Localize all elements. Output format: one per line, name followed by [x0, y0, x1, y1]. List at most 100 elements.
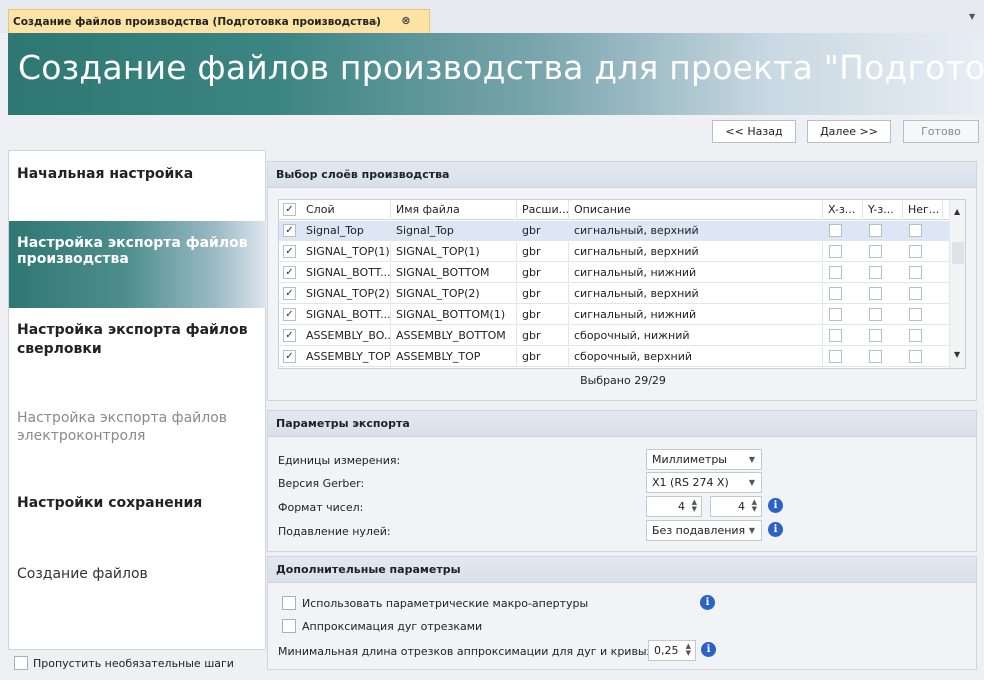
- col-y-mirror[interactable]: Y-з...: [863, 200, 903, 220]
- close-icon[interactable]: ⊗: [399, 13, 413, 27]
- done-button[interactable]: Готово: [903, 120, 979, 143]
- row-checkbox[interactable]: ✓: [283, 287, 296, 300]
- y-mirror-checkbox[interactable]: [869, 308, 882, 321]
- document-tab[interactable]: Создание файлов производства (Подготовка…: [8, 9, 430, 33]
- units-value: Миллиметры: [652, 453, 727, 466]
- format-dec-spinner[interactable]: 4 ▲ ▼: [710, 496, 762, 517]
- skip-checkbox[interactable]: [14, 656, 28, 670]
- cell-desc: сигнальный, верхний: [569, 242, 823, 262]
- negative-checkbox[interactable]: [909, 308, 922, 321]
- arc-approx-checkbox[interactable]: [282, 619, 296, 633]
- table-row[interactable]: ✓ SIGNAL_TOP(1) SIGNAL_TOP(1) gbr сигнальный…: [279, 242, 949, 262]
- units-select[interactable]: Миллиметры ▼: [646, 449, 762, 470]
- y-mirror-checkbox[interactable]: [869, 329, 882, 342]
- cell-layer: SIGNAL_TOP(1): [301, 242, 391, 262]
- macro-apertures-checkbox[interactable]: [282, 596, 296, 610]
- negative-checkbox[interactable]: [909, 287, 922, 300]
- cell-desc: сборочный, верхний: [569, 347, 823, 367]
- x-mirror-checkbox[interactable]: [829, 266, 842, 279]
- skip-optional-steps[interactable]: Пропустить необязательные шаги: [14, 656, 234, 670]
- grid-scrollbar[interactable]: ▲ ▼: [949, 200, 965, 368]
- row-checkbox[interactable]: ✓: [283, 350, 296, 363]
- negative-checkbox[interactable]: [909, 245, 922, 258]
- x-mirror-checkbox[interactable]: [829, 350, 842, 363]
- col-x-mirror[interactable]: X-з...: [823, 200, 863, 220]
- zeros-label: Подавление нулей:: [278, 525, 391, 538]
- y-mirror-checkbox[interactable]: [869, 266, 882, 279]
- negative-checkbox[interactable]: [909, 224, 922, 237]
- cell-ext: gbr: [517, 263, 569, 283]
- cell-desc: сигнальный, нижний: [569, 305, 823, 325]
- tab-strip: Создание файлов производства (Подготовка…: [0, 0, 984, 33]
- table-row[interactable]: ✓ SIGNAL_BOTT... SIGNAL_BOTTOM(1) gbr сигнал…: [279, 305, 949, 325]
- info-icon[interactable]: i: [701, 642, 716, 657]
- col-desc[interactable]: Описание: [569, 200, 823, 220]
- next-button[interactable]: Далее >>: [807, 120, 891, 143]
- info-icon[interactable]: i: [768, 498, 783, 513]
- info-icon[interactable]: i: [768, 522, 783, 537]
- chevron-down-icon[interactable]: ▼: [969, 12, 975, 21]
- back-button[interactable]: << Назад: [712, 120, 796, 143]
- scroll-thumb[interactable]: [952, 242, 964, 264]
- format-dec-value: 4: [738, 500, 745, 513]
- col-negative[interactable]: Нег...: [903, 200, 943, 220]
- y-mirror-checkbox[interactable]: [869, 287, 882, 300]
- pin-icon[interactable]: ⫨: [371, 14, 377, 28]
- additional-params-panel: Дополнительные параметры Использовать па…: [267, 556, 977, 670]
- min-length-spinner[interactable]: 0,25 ▲ ▼: [648, 640, 696, 661]
- x-mirror-checkbox[interactable]: [829, 287, 842, 300]
- spinner-arrows-icon[interactable]: ▲ ▼: [692, 499, 697, 513]
- col-ext[interactable]: Расши...: [517, 200, 569, 220]
- col-layer[interactable]: Слой: [301, 200, 391, 220]
- format-label: Формат чисел:: [278, 501, 364, 514]
- format-int-value: 4: [678, 500, 685, 513]
- row-checkbox[interactable]: ✓: [283, 329, 296, 342]
- zeros-select[interactable]: Без подавления ▼: [646, 520, 762, 541]
- y-mirror-checkbox[interactable]: [869, 224, 882, 237]
- cell-file: SIGNAL_BOTTOM(1): [391, 305, 517, 325]
- selected-count: Выбрано 29/29: [580, 374, 666, 387]
- cell-layer: ASSEMBLY_TOP: [301, 347, 391, 367]
- scroll-up-icon[interactable]: ▲: [954, 207, 960, 216]
- cell-file: SIGNAL_BOTTOM: [391, 263, 517, 283]
- y-mirror-checkbox[interactable]: [869, 350, 882, 363]
- x-mirror-checkbox[interactable]: [829, 245, 842, 258]
- gerber-label: Версия Gerber:: [278, 477, 365, 490]
- nav-step-drill-export[interactable]: Настройка экспорта файлов сверловки: [9, 321, 249, 359]
- table-row[interactable]: ✓ ASSEMBLY_TOP ASSEMBLY_TOP gbr сборочный, в…: [279, 347, 949, 367]
- table-row[interactable]: ✓ SIGNAL_TOP(2) SIGNAL_TOP(2) gbr сигнальный…: [279, 284, 949, 304]
- nav-step-create-files[interactable]: Создание файлов: [9, 566, 266, 582]
- row-checkbox[interactable]: ✓: [283, 308, 296, 321]
- table-row[interactable]: ✓ ASSEMBLY_BO... ASSEMBLY_BOTTOM gbr сборочн…: [279, 326, 949, 346]
- select-all-checkbox[interactable]: ✓: [283, 203, 296, 216]
- gerber-select[interactable]: X1 (RS 274 X) ▼: [646, 472, 762, 493]
- info-icon[interactable]: i: [700, 595, 715, 610]
- scroll-down-icon[interactable]: ▼: [954, 350, 960, 359]
- negative-checkbox[interactable]: [909, 329, 922, 342]
- x-mirror-checkbox[interactable]: [829, 224, 842, 237]
- negative-checkbox[interactable]: [909, 266, 922, 279]
- table-row[interactable]: ✓ Signal_Top Signal_Top gbr сигнальный, верх…: [279, 221, 949, 241]
- nav-step-production-export[interactable]: Настройка экспорта файлов производства: [9, 221, 266, 308]
- y-mirror-checkbox[interactable]: [869, 245, 882, 258]
- additional-params-header: Дополнительные параметры: [268, 557, 976, 583]
- nav-step-save-settings[interactable]: Настройки сохранения: [9, 495, 266, 511]
- col-file[interactable]: Имя файла: [391, 200, 517, 220]
- cell-file: SIGNAL_TOP(1): [391, 242, 517, 262]
- row-checkbox[interactable]: ✓: [283, 224, 296, 237]
- cell-layer: SIGNAL_BOTT...: [301, 263, 391, 283]
- table-row[interactable]: ✓ SIGNAL_BOTT... SIGNAL_BOTTOM gbr сигнальны…: [279, 263, 949, 283]
- row-checkbox[interactable]: ✓: [283, 245, 296, 258]
- cell-ext: gbr: [517, 305, 569, 325]
- negative-checkbox[interactable]: [909, 350, 922, 363]
- nav-step-initial[interactable]: Начальная настройка: [9, 166, 266, 182]
- spinner-arrows-icon[interactable]: ▲ ▼: [752, 499, 757, 513]
- x-mirror-checkbox[interactable]: [829, 329, 842, 342]
- row-checkbox[interactable]: ✓: [283, 266, 296, 279]
- chevron-down-icon: ▼: [748, 526, 755, 535]
- x-mirror-checkbox[interactable]: [829, 308, 842, 321]
- min-length-label: Минимальная длина отрезков аппроксимации…: [278, 645, 694, 658]
- nav-step-etest-export[interactable]: Настройка экспорта файлов электроконтрол…: [9, 409, 249, 445]
- spinner-arrows-icon[interactable]: ▲ ▼: [686, 643, 691, 657]
- format-int-spinner[interactable]: 4 ▲ ▼: [646, 496, 702, 517]
